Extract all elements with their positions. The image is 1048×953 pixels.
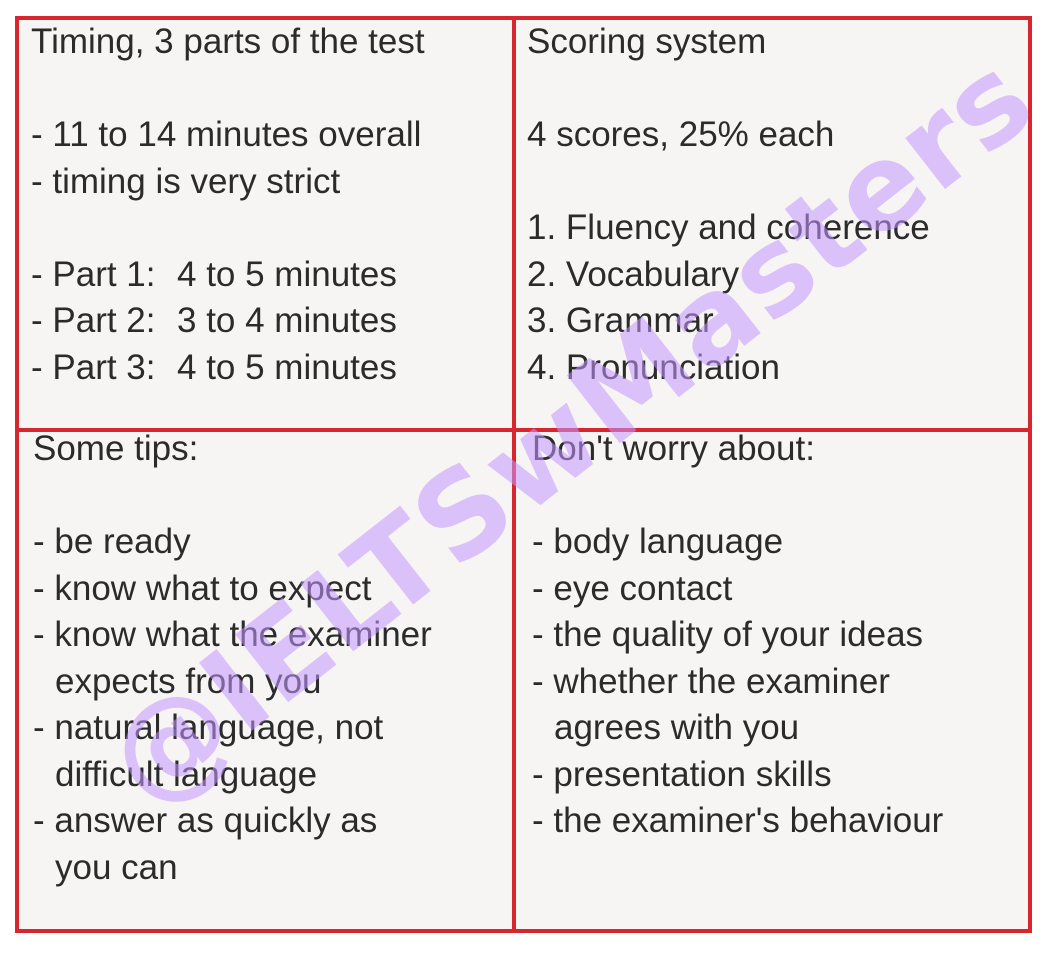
timing-line: - timing is very strict xyxy=(31,161,341,201)
part-row: - Part 3: 4 to 5 minutes xyxy=(31,345,425,392)
dont-worry-title: Don't worry about: xyxy=(532,429,815,468)
scoring-item: 2. Vocabulary xyxy=(527,254,740,294)
part-value: 3 to 4 minutes xyxy=(177,301,397,340)
tip-item: - answer as quickly as xyxy=(33,801,378,840)
dont-worry-panel: Don't worry about: - body language - eye… xyxy=(532,426,943,845)
part-row: - Part 2: 3 to 4 minutes xyxy=(31,298,425,345)
scoring-summary: 4 scores, 25% each xyxy=(527,115,835,154)
dont-worry-item: - the examiner's behaviour xyxy=(532,801,944,840)
scoring-panel: Scoring system 4 scores, 25% each 1. Flu… xyxy=(527,19,930,391)
part-label: - Part 1: xyxy=(31,254,156,294)
dont-worry-item: - the quality of your ideas xyxy=(532,615,924,654)
scoring-item: 1. Fluency and coherence xyxy=(527,208,930,247)
timing-panel: Timing, 3 parts of the test - 11 to 14 m… xyxy=(31,19,425,391)
tip-item: - natural language, not xyxy=(33,708,384,747)
part-label: - Part 2: xyxy=(31,301,156,340)
scoring-item: 4. Pronunciation xyxy=(527,347,780,387)
vertical-divider xyxy=(512,20,516,929)
timing-line: - 11 to 14 minutes overall xyxy=(31,115,422,154)
dont-worry-item: - body language xyxy=(532,522,784,561)
dont-worry-item: - whether the examiner xyxy=(532,661,890,701)
tips-title: Some tips: xyxy=(33,429,199,468)
part-row: - Part 1: 4 to 5 minutes xyxy=(31,252,425,299)
scoring-title: Scoring system xyxy=(527,22,767,61)
tips-panel: Some tips: - be ready - know what to exp… xyxy=(33,426,432,891)
tip-item-continued: you can xyxy=(55,847,178,887)
timing-title: Timing, 3 parts of the test xyxy=(31,22,425,61)
dont-worry-item-continued: agrees with you xyxy=(554,708,800,747)
tip-item: - know what the examiner xyxy=(33,615,432,654)
tip-item: - be ready xyxy=(33,522,191,561)
scoring-item: 3. Grammar xyxy=(527,301,714,340)
part-value: 4 to 5 minutes xyxy=(177,254,397,294)
tip-item-continued: difficult language xyxy=(55,754,318,794)
dont-worry-item: - presentation skills xyxy=(532,754,832,794)
dont-worry-item: - eye contact xyxy=(532,568,733,608)
part-value: 4 to 5 minutes xyxy=(177,347,397,387)
tip-item: - know what to expect xyxy=(33,568,372,608)
part-label: - Part 3: xyxy=(31,347,156,387)
tip-item-continued: expects from you xyxy=(55,661,322,701)
